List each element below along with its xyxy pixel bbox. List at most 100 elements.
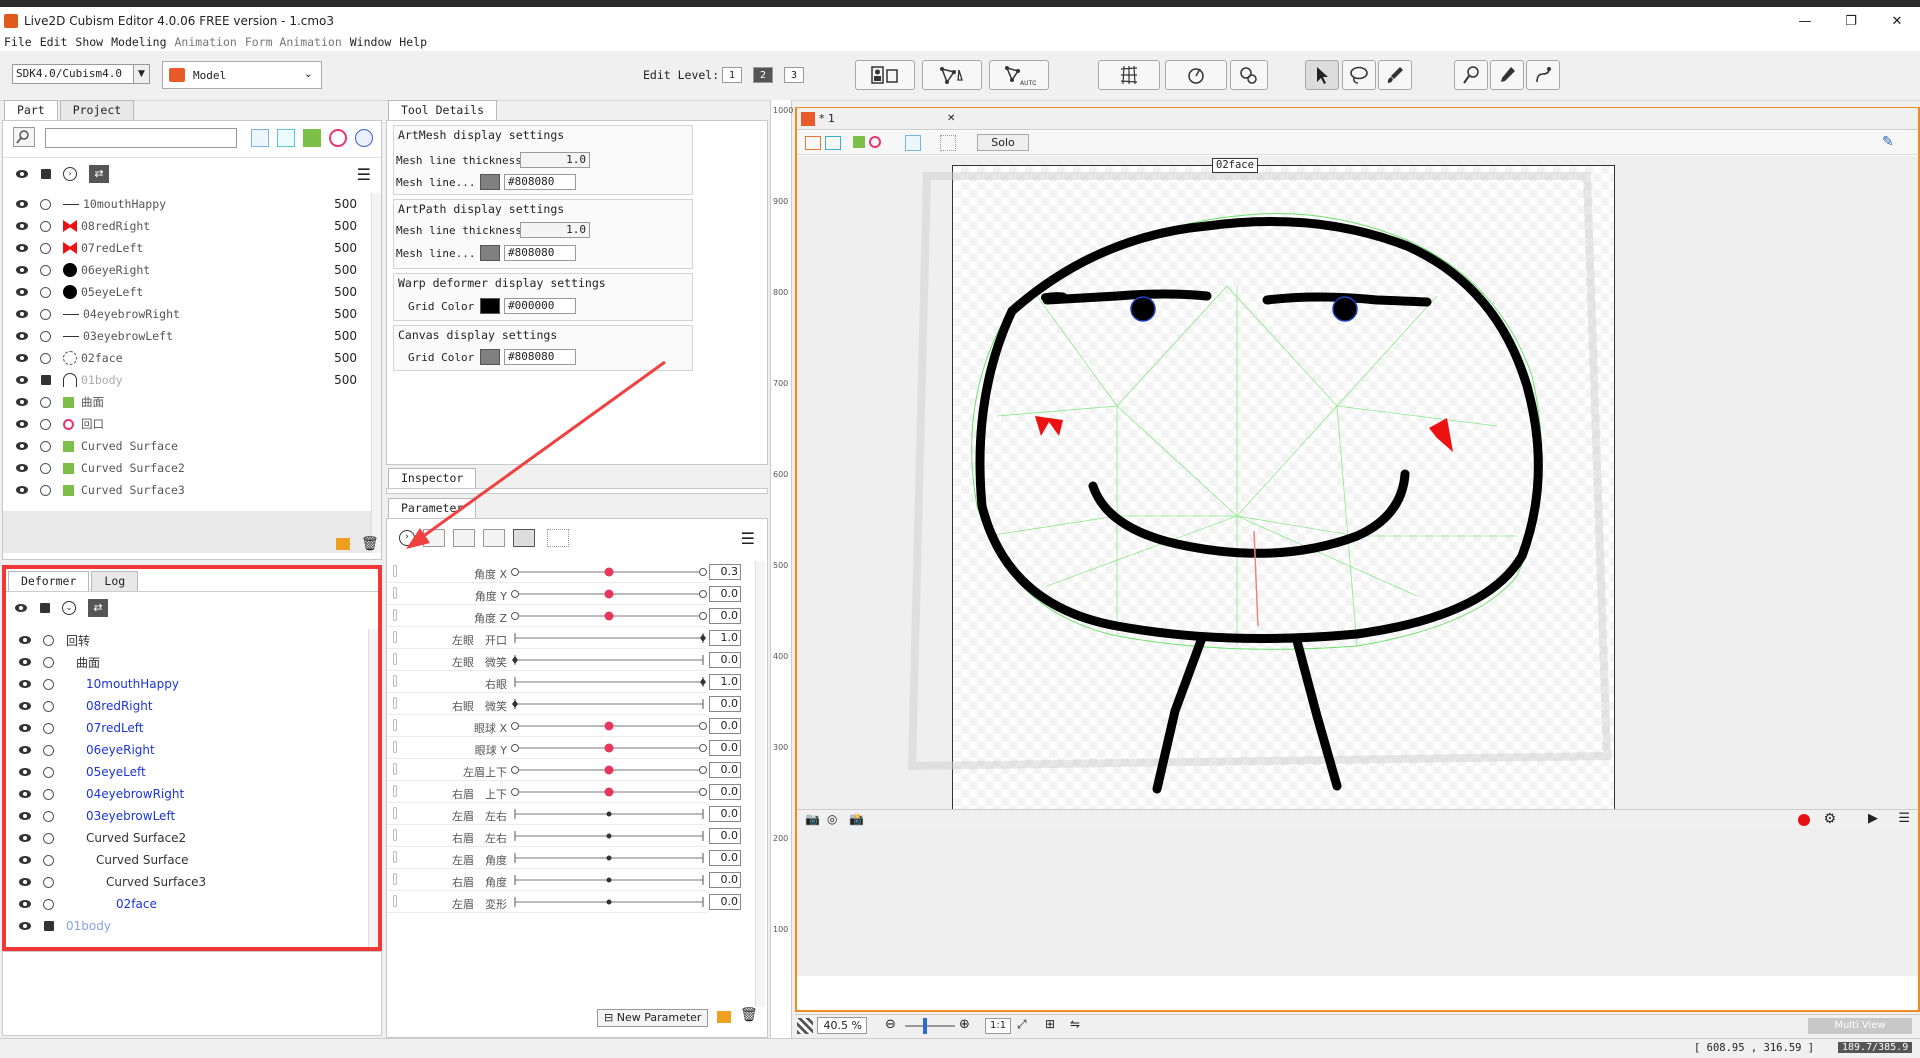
parameter-slider[interactable] — [511, 561, 707, 583]
camera-icon[interactable]: 📷 — [805, 812, 820, 826]
eye-icon[interactable] — [15, 441, 29, 451]
part-row[interactable]: 曲面 — [3, 391, 371, 413]
deformer-row[interactable]: 05eyeLeft — [6, 761, 366, 783]
search-icon[interactable] — [13, 127, 35, 147]
glue-tool-button[interactable] — [1230, 60, 1268, 90]
part-row[interactable]: 06eyeRight 500 — [3, 259, 371, 281]
pin-tool-button[interactable] — [1454, 60, 1488, 90]
parameter-row[interactable]: 角度 Y 0.0 — [387, 583, 741, 605]
parameter-value[interactable]: 0.0 — [709, 894, 741, 910]
part-row[interactable]: 10mouthHappy 500 — [3, 193, 371, 215]
menu-animation[interactable]: Animation — [171, 33, 241, 51]
parameter-slider[interactable] — [511, 627, 707, 649]
deformer-row[interactable]: 03eyebrowLeft — [6, 805, 366, 827]
menu-modeling[interactable]: Modeling — [107, 33, 170, 51]
parameter-value[interactable]: 0.0 — [709, 586, 741, 602]
part-row[interactable]: 08redRight 500 — [3, 215, 371, 237]
circle-toggle-icon[interactable] — [43, 634, 54, 646]
deformer-row[interactable]: 08redRight — [6, 695, 366, 717]
new-parameter-button[interactable]: ⊟ New Parameter — [597, 1009, 709, 1027]
parameter-slider[interactable] — [511, 671, 707, 693]
parameter-row[interactable]: 角度 X 0.3 — [387, 561, 741, 583]
deformer-row[interactable]: 10mouthHappy — [6, 673, 366, 695]
lock-icon[interactable] — [44, 921, 54, 931]
parameter-link-icon[interactable] — [393, 697, 397, 709]
artpath-color-swatch[interactable] — [480, 245, 500, 261]
artmesh-color-field[interactable]: #808080 — [504, 174, 576, 190]
eye-icon[interactable] — [18, 877, 32, 887]
parameter-row[interactable]: 眼球 X 0.0 — [387, 715, 741, 737]
chevron-down-icon[interactable]: ▼ — [133, 65, 149, 83]
deformer-row[interactable]: 07redLeft — [6, 717, 366, 739]
parameter-value[interactable]: 1.0 — [709, 674, 741, 690]
camera-settings-icon[interactable]: ◎ — [827, 812, 837, 826]
artmesh-thickness-field[interactable]: 1.0 — [520, 152, 590, 168]
eye-icon[interactable] — [18, 679, 32, 689]
mesh-edit-button[interactable] — [922, 60, 982, 90]
sdk-select[interactable]: SDK4.0/Cubism4.0 ▼ — [12, 64, 150, 84]
expand-icon[interactable]: › — [399, 530, 415, 546]
parameter-link-icon[interactable] — [393, 653, 397, 665]
add-key-icon[interactable] — [423, 529, 445, 547]
texture-atlas-button[interactable] — [855, 60, 915, 90]
parameter-row[interactable]: 左眼 微笑 0.0 — [387, 649, 741, 671]
artpath-color-field[interactable]: #808080 — [504, 245, 576, 261]
parameter-link-icon[interactable] — [393, 785, 397, 797]
folder-icon[interactable] — [336, 538, 350, 550]
hamburger-menu-icon[interactable]: ☰ — [741, 529, 755, 548]
eye-icon[interactable] — [18, 767, 32, 777]
parameter-row[interactable]: 左眉上下 0.0 — [387, 759, 741, 781]
parameter-link-icon[interactable] — [393, 895, 397, 907]
part-row[interactable]: 回口 — [3, 413, 371, 435]
eye-icon[interactable] — [18, 745, 32, 755]
circle-toggle-icon[interactable] — [43, 832, 54, 844]
eye-icon[interactable] — [15, 309, 29, 319]
menu-show[interactable]: Show — [71, 33, 107, 51]
mesh-view-icon[interactable] — [905, 135, 921, 151]
eye-icon[interactable] — [15, 485, 29, 495]
circle-toggle-icon[interactable] — [43, 810, 54, 822]
lock-icon[interactable] — [41, 375, 51, 385]
parameter-value[interactable]: 0.0 — [709, 828, 741, 844]
list-icon[interactable]: ☰ — [1898, 811, 1910, 826]
circle-toggle-icon[interactable] — [43, 722, 54, 734]
parameter-value[interactable]: 0.0 — [709, 872, 741, 888]
parameter-slider[interactable] — [511, 891, 707, 913]
circle-toggle-icon[interactable] — [43, 876, 54, 888]
parameter-slider[interactable] — [511, 847, 707, 869]
eye-icon[interactable] — [15, 199, 29, 209]
parameter-link-icon[interactable] — [393, 631, 397, 643]
circle-toggle-icon[interactable] — [40, 242, 51, 254]
trash-icon[interactable]: 🗑 — [740, 1007, 758, 1023]
artmesh-color-swatch[interactable] — [480, 174, 500, 190]
edit-level-1[interactable]: 1 — [722, 67, 742, 83]
edit-level-2[interactable]: 2 — [753, 67, 773, 83]
parameter-value[interactable]: 0.0 — [709, 806, 741, 822]
parameter-link-icon[interactable] — [393, 719, 397, 731]
parameter-row[interactable]: 右眉 左右 0.0 — [387, 825, 741, 847]
grid-icon[interactable] — [547, 529, 569, 547]
eye-icon[interactable] — [15, 463, 29, 473]
parameter-slider[interactable] — [511, 759, 707, 781]
eye-icon[interactable] — [18, 899, 32, 909]
warp-toggle-icon[interactable] — [853, 136, 865, 148]
parameter-slider[interactable] — [511, 825, 707, 847]
eye-icon[interactable] — [18, 921, 32, 931]
circle-toggle-icon[interactable] — [40, 396, 51, 408]
parameter-row[interactable]: 右眉 角度 0.0 — [387, 869, 741, 891]
eye-icon[interactable] — [15, 169, 29, 179]
add-three-keys-icon[interactable] — [453, 529, 475, 547]
menu-help[interactable]: Help — [395, 33, 431, 51]
deformer-row[interactable]: 曲面 — [6, 651, 366, 673]
deformer-row[interactable]: 04eyebrowRight — [6, 783, 366, 805]
zoom-slider[interactable] — [905, 1025, 955, 1027]
close-button[interactable]: ✕ — [1874, 7, 1920, 35]
part-row[interactable]: Curved Surface — [3, 435, 371, 457]
deformer-row[interactable]: Curved Surface — [6, 849, 366, 871]
zoom-out-icon[interactable]: ⊖ — [885, 1017, 896, 1032]
parameter-value[interactable]: 0.0 — [709, 652, 741, 668]
close-icon[interactable]: ✕ — [947, 113, 955, 124]
parameter-row[interactable]: 左眉 変形 0.0 — [387, 891, 741, 913]
menu-form-animation[interactable]: Form Animation — [241, 33, 346, 51]
parameter-slider[interactable] — [511, 781, 707, 803]
